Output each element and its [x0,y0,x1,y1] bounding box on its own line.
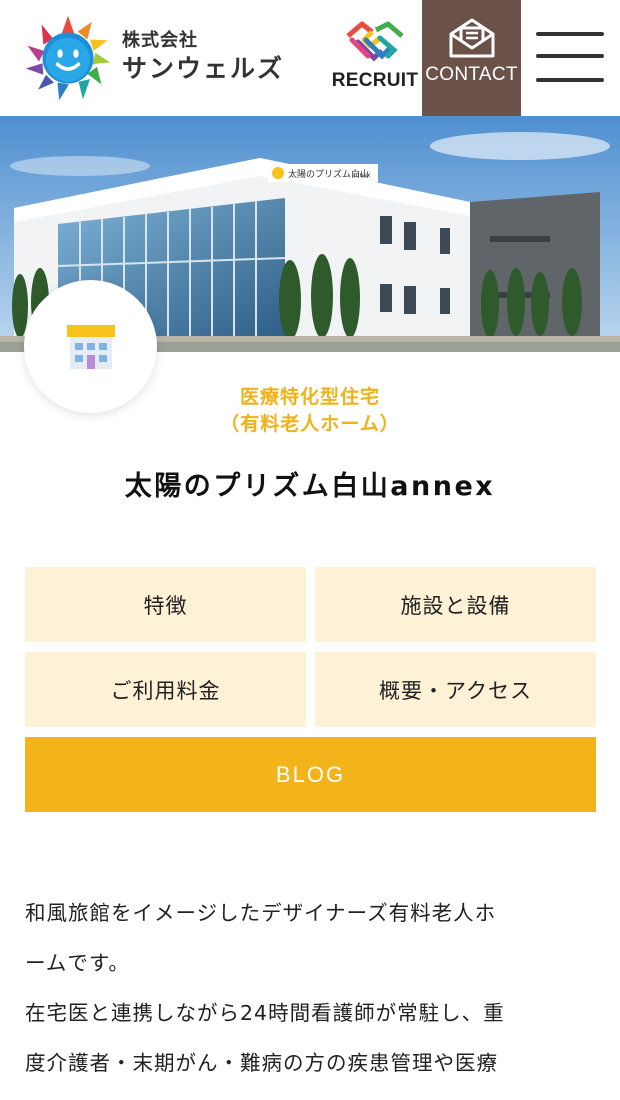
hamburger-menu-icon-bar-bottom [536,78,604,82]
hamburger-menu-button[interactable] [536,30,606,86]
site-header: 株式会社 サンウェルズ RECRUIT CONTACT [0,0,620,116]
nav-item-overview-access[interactable]: 概要・アクセス [315,652,596,727]
company-logo[interactable]: 株式会社 サンウェルズ [24,12,294,104]
company-prefix: 株式会社 [122,30,198,51]
description-line: 在宅医と連携しながら24時間看護師が常駐し、重 [25,1001,505,1025]
nav-item-fees[interactable]: ご利用料金 [25,652,306,727]
recruit-label: RECRUIT [331,70,419,91]
facility-category-line2: （有料老人ホーム） [220,413,400,435]
facility-category-line1: 医療特化型住宅 [239,386,380,408]
envelope-icon [449,18,494,58]
page-title: 太陽のプリズム白山annex [124,471,496,502]
handshake-icon [346,21,404,62]
building-sign-suffix: annex [352,172,371,179]
hamburger-menu-icon-bar-top [536,32,604,36]
recruit-link[interactable]: RECRUIT [330,12,420,102]
description-line: 和風旅館をイメージしたデザイナーズ有料老人ホ [25,901,497,925]
blog-button[interactable]: BLOG [25,737,596,812]
nav-item-facilities[interactable]: 施設と設備 [315,567,596,642]
nav-item-features[interactable]: 特徴 [25,567,306,642]
facility-description: 和風旅館をイメージしたデザイナーズ有料老人ホ ームです。 在宅医と連携しながら2… [25,888,600,1088]
hamburger-menu-icon-bar-middle [536,54,604,58]
company-name: サンウェルズ [122,54,285,83]
facility-category: 医療特化型住宅 （有料老人ホーム） [0,384,620,438]
description-line: 度介護者・末期がん・難病の方の疾患管理や医療 [25,1051,498,1075]
contact-button[interactable]: CONTACT [422,0,521,116]
description-line: ームです。 [25,951,130,975]
contact-label: CONTACT [425,64,518,85]
house-icon [66,324,115,369]
sun-smile-logo-icon [25,15,111,101]
